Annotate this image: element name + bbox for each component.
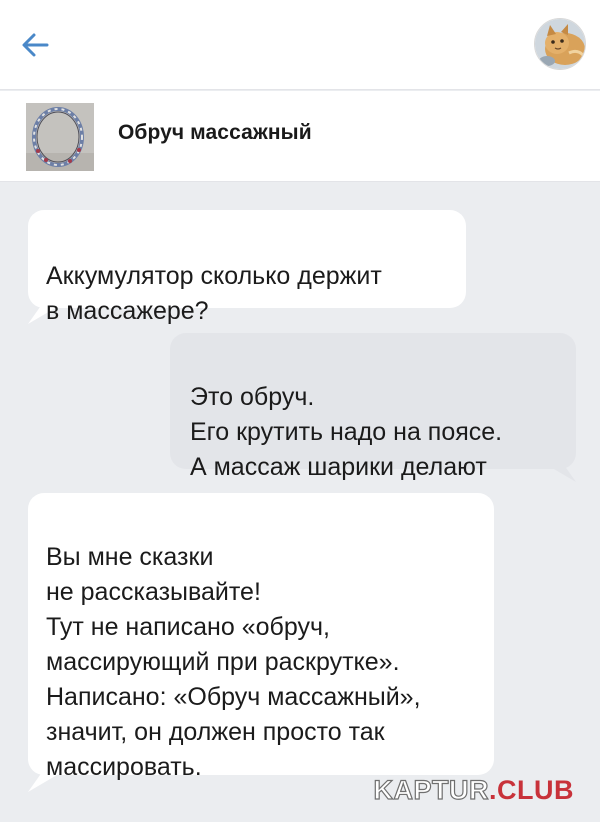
message-outgoing: Это обруч. Его крутить надо на поясе. А … xyxy=(170,333,576,481)
message-text: Вы мне сказки не рассказывайте! Тут не н… xyxy=(46,543,421,781)
message-incoming: Аккумулятор сколько держит в массажере? xyxy=(28,210,466,325)
hula-hoop-image xyxy=(26,103,94,171)
cat-avatar-icon xyxy=(535,19,585,69)
top-bar xyxy=(0,0,600,90)
product-title: Обруч массажный xyxy=(118,121,312,144)
back-button[interactable] xyxy=(18,28,52,62)
message-incoming: Вы мне сказки не рассказывайте! Тут не н… xyxy=(28,493,494,781)
message-text: Это обруч. Его крутить надо на поясе. А … xyxy=(190,383,503,481)
product-card[interactable]: Обруч массажный xyxy=(0,91,600,182)
product-thumbnail xyxy=(26,103,94,171)
arrow-left-icon xyxy=(22,33,49,57)
watermark-part-2: .CLUB xyxy=(489,775,574,805)
avatar[interactable] xyxy=(534,18,586,70)
watermark-part-1: KAPTUR xyxy=(373,774,489,805)
message-text: Аккумулятор сколько держит в массажере? xyxy=(46,262,382,325)
watermark: KAPTUR.CLUB xyxy=(373,774,575,806)
